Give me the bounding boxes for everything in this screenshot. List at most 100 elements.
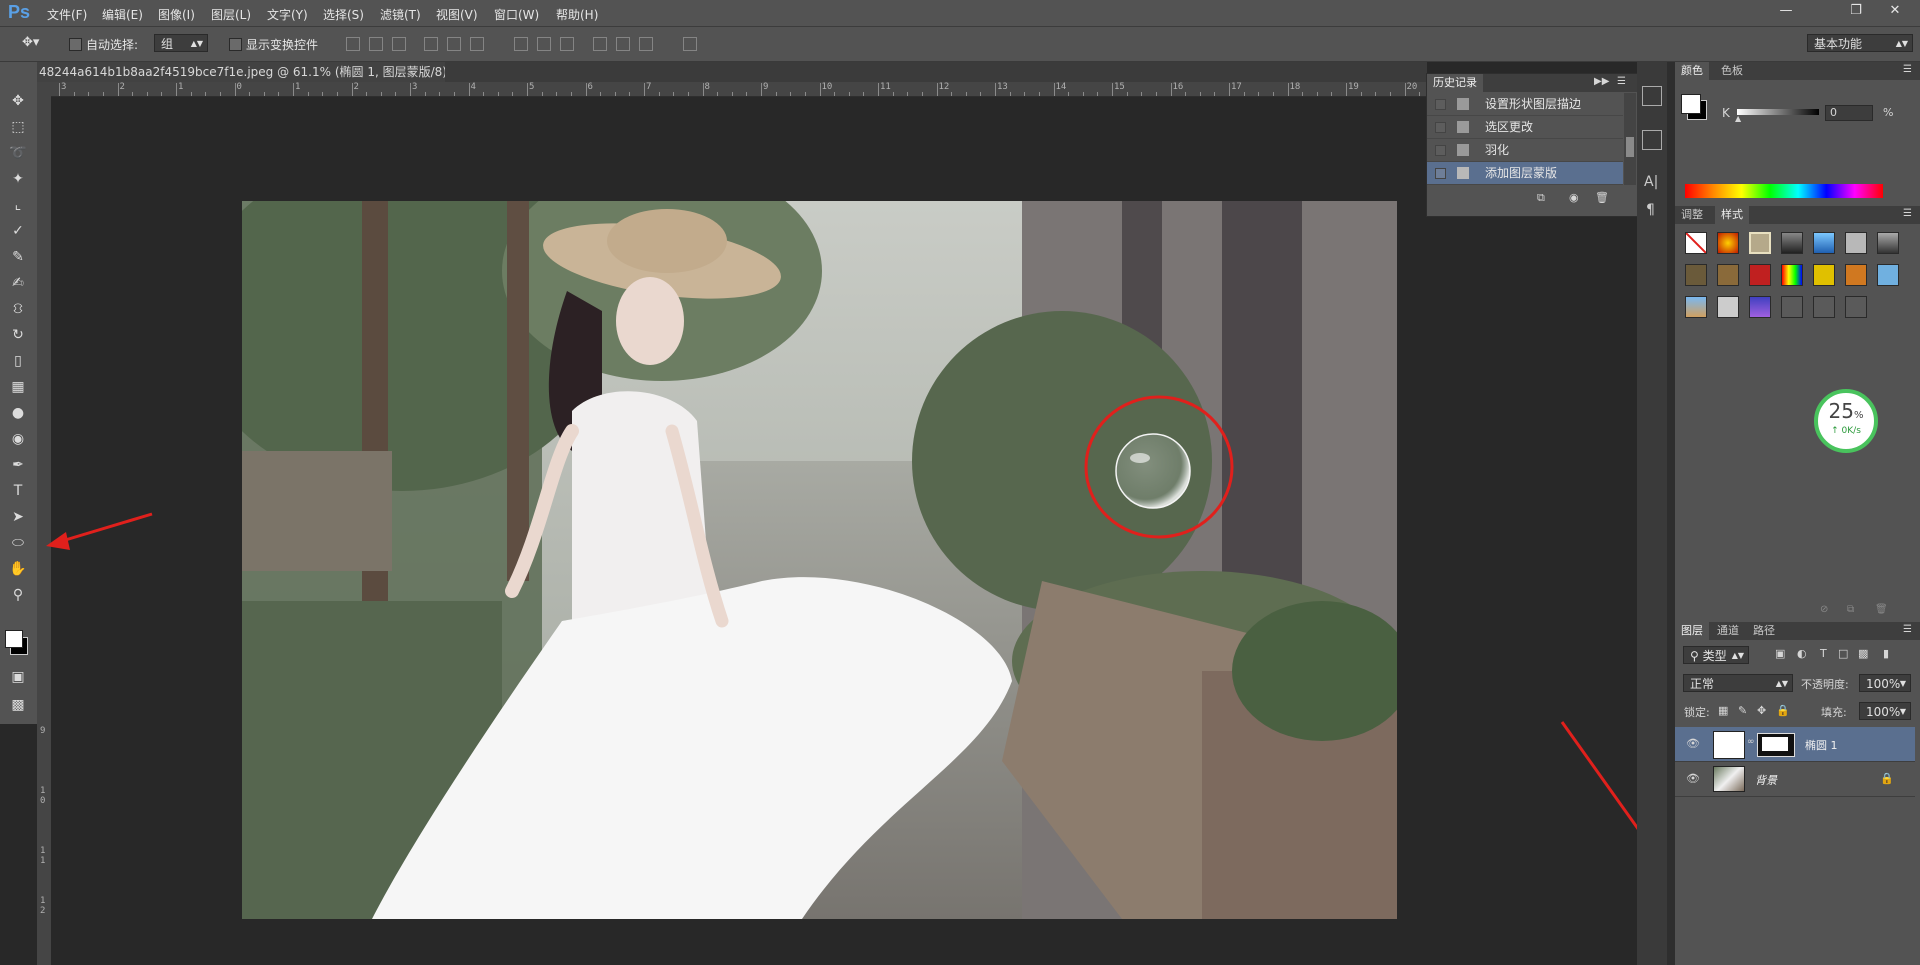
blend-mode-value: 正常 [1690, 677, 1715, 691]
style-swatch[interactable] [1845, 264, 1867, 286]
fill-input[interactable]: 100% ▼ [1859, 702, 1911, 720]
history-item[interactable]: 设置形状图层描边 [1427, 93, 1623, 116]
layer-name[interactable]: 背景 [1755, 772, 1777, 788]
filter-smart-object-icon[interactable]: ▩ [1858, 647, 1868, 660]
style-swatch[interactable] [1813, 232, 1835, 254]
trash-icon[interactable]: 🗑 [1595, 191, 1609, 204]
style-swatch[interactable] [1749, 264, 1771, 286]
history-item-label: 设置形状图层描边 [1485, 97, 1582, 111]
link-icon[interactable]: ∞ [1747, 737, 1755, 747]
history-brush-source-icon[interactable] [1435, 99, 1446, 110]
k-slider-track[interactable] [1737, 109, 1819, 115]
color-spectrum-ramp[interactable] [1685, 184, 1883, 198]
filter-type-icon[interactable]: T [1820, 647, 1827, 660]
filter-shape-icon[interactable]: □ [1838, 647, 1848, 660]
delete-style-icon[interactable]: 🗑 [1875, 604, 1888, 615]
tab-history[interactable]: 历史记录 [1427, 74, 1483, 92]
tab-channels[interactable]: 通道 [1711, 622, 1745, 640]
history-brush-source-icon[interactable] [1435, 122, 1446, 133]
opacity-value: 100% [1866, 677, 1901, 691]
network-speed-widget[interactable]: 25% ↑ 0K/s [1814, 389, 1878, 453]
layer-row-ellipse[interactable]: 👁 ∞ 椭圆 1 [1675, 727, 1915, 762]
style-swatch[interactable] [1717, 232, 1739, 254]
dropdown-arrow-icon: ▲▼ [1731, 651, 1744, 660]
style-swatch[interactable] [1845, 232, 1867, 254]
annotation-circle [1084, 395, 1234, 539]
style-swatch[interactable] [1813, 264, 1835, 286]
tab-paths[interactable]: 路径 [1747, 622, 1781, 640]
style-swatch[interactable] [1845, 296, 1867, 318]
panel-collapse-icon[interactable]: ▶▶ [1594, 76, 1609, 87]
histogram-panel-icon[interactable] [1642, 86, 1662, 106]
fill-label: 填充: [1821, 706, 1847, 719]
history-item-label: 羽化 [1485, 143, 1510, 157]
panel-menu-icon[interactable]: ☰ [1903, 64, 1912, 75]
new-document-from-state-icon[interactable]: ⧉ [1537, 191, 1545, 205]
lock-pixels-icon[interactable]: ✎ [1738, 704, 1747, 717]
style-swatch[interactable] [1877, 264, 1899, 286]
slider-thumb-icon[interactable]: ▲ [1735, 114, 1741, 123]
style-swatch-selected[interactable] [1749, 232, 1771, 254]
scrollbar-thumb[interactable] [1626, 137, 1634, 157]
tab-swatches[interactable]: 色板 [1715, 62, 1749, 80]
mask-fill [1762, 737, 1788, 751]
layer-thumbnail [1713, 766, 1745, 792]
clear-style-icon[interactable]: ⊘ [1820, 604, 1828, 615]
layer-filter-dropdown[interactable]: ⚲ 类型 ▲▼ [1683, 646, 1749, 664]
color-tab-bar: 颜色 色板 ☰ [1675, 62, 1920, 80]
panel-menu-icon[interactable]: ☰ [1617, 76, 1626, 87]
character-panel-icon[interactable]: A| [1644, 174, 1658, 190]
history-item[interactable]: 选区更改 [1427, 116, 1623, 139]
layer-mask-thumbnail[interactable] [1757, 733, 1795, 757]
style-swatch[interactable] [1877, 232, 1899, 254]
layer-name[interactable]: 椭圆 1 [1805, 737, 1838, 753]
style-swatch[interactable] [1749, 296, 1771, 318]
style-swatch[interactable] [1781, 232, 1803, 254]
up-arrow-icon: ↑ [1831, 426, 1839, 436]
history-step-icon [1457, 98, 1469, 110]
filter-pixel-icon[interactable]: ▣ [1775, 647, 1785, 660]
properties-panel-icon[interactable] [1642, 130, 1662, 150]
lock-position-icon[interactable]: ✥ [1757, 704, 1766, 717]
style-swatch[interactable] [1717, 296, 1739, 318]
panel-dock: A| ¶ [1637, 62, 1667, 965]
history-brush-source-icon[interactable] [1435, 168, 1446, 179]
snapshot-camera-icon[interactable]: ◉ [1569, 191, 1579, 204]
filter-adjustment-icon[interactable]: ◐ [1797, 647, 1807, 660]
opacity-input[interactable]: 100% ▼ [1859, 674, 1911, 692]
blend-mode-dropdown[interactable]: 正常 ▲▼ [1683, 674, 1793, 692]
style-swatch[interactable] [1813, 296, 1835, 318]
fg-color-chip[interactable] [1681, 94, 1701, 114]
history-panel: 历史记录 ▶▶ ☰ 设置形状图层描边 选区更改 羽化 添加图层蒙版 ⧉ ◉ 🗑 [1426, 73, 1638, 217]
new-style-icon[interactable]: ⧉ [1847, 604, 1854, 615]
style-swatch[interactable] [1685, 264, 1707, 286]
history-scrollbar[interactable] [1624, 93, 1636, 185]
paragraph-panel-icon[interactable]: ¶ [1646, 202, 1655, 218]
style-swatch[interactable] [1781, 296, 1803, 318]
eye-visibility-icon[interactable]: 👁 [1686, 737, 1700, 750]
lock-all-icon[interactable]: 🔒 [1776, 704, 1790, 717]
dropdown-arrow-icon: ▲▼ [1775, 679, 1788, 688]
tab-adjustments[interactable]: 调整 [1675, 206, 1709, 224]
eye-visibility-icon[interactable]: 👁 [1686, 772, 1700, 785]
panel-menu-icon[interactable]: ☰ [1903, 624, 1912, 635]
dropdown-arrow-icon: ▼ [1899, 679, 1906, 688]
panel-menu-icon[interactable]: ☰ [1903, 208, 1912, 219]
history-item-active[interactable]: 添加图层蒙版 [1427, 162, 1623, 185]
style-none-swatch[interactable] [1685, 232, 1707, 254]
tab-color[interactable]: 颜色 [1675, 62, 1709, 80]
percent-unit: % [1883, 106, 1894, 119]
dock-divider [1667, 62, 1675, 965]
lock-transparent-icon[interactable]: ▦ [1718, 704, 1728, 717]
history-item[interactable]: 羽化 [1427, 139, 1623, 162]
style-swatch[interactable] [1685, 296, 1707, 318]
k-value-input[interactable]: 0 [1825, 105, 1873, 121]
style-swatch[interactable] [1717, 264, 1739, 286]
layer-row-background[interactable]: 👁 背景 🔒 [1675, 762, 1915, 797]
tab-styles[interactable]: 样式 [1715, 206, 1749, 224]
tab-layers[interactable]: 图层 [1675, 622, 1709, 640]
history-brush-source-icon[interactable] [1435, 145, 1446, 156]
history-step-icon [1457, 167, 1469, 179]
style-swatch[interactable] [1781, 264, 1803, 286]
filter-toggle-icon[interactable]: ▮ [1883, 647, 1889, 660]
